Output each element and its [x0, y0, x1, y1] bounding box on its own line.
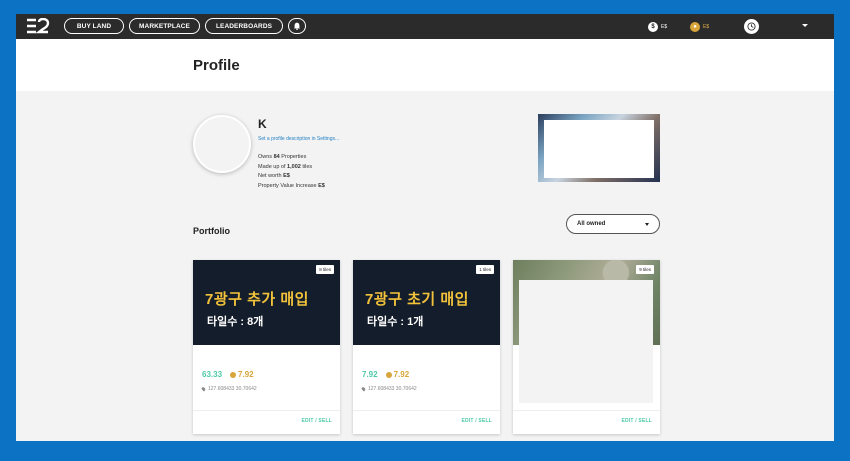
e2-logo-icon[interactable]	[26, 18, 50, 34]
property-coords: 127.608433 30.70642	[201, 386, 257, 392]
property-prices: 63.33 7.92	[202, 370, 254, 379]
image-placeholder	[519, 280, 653, 403]
property-image-title: 7광구 추가 매입	[205, 291, 309, 308]
property-image-title: 7광구 초기 매입	[365, 291, 469, 308]
essence-balance-value: E$	[661, 24, 668, 30]
owns-stat: Owns 84 Properties	[258, 154, 307, 160]
page-header: Profile	[16, 39, 834, 91]
essence-balance[interactable]: $ E$	[648, 22, 667, 32]
property-coords: 127.608433 30.70642	[361, 386, 417, 392]
marketplace-button[interactable]: MARKETPLACE	[129, 18, 200, 34]
property-image-subtitle: 타일수 : 1개	[367, 316, 424, 328]
edit-sell-link[interactable]: EDIT / SELL	[301, 418, 332, 424]
leaderboards-button[interactable]: LEADERBOARDS	[205, 18, 283, 34]
chevron-down-icon	[645, 223, 649, 226]
clock-icon	[747, 22, 756, 31]
profile-banner-image	[538, 114, 660, 182]
tiles-badge: 8 tiles	[316, 265, 334, 274]
property-image: 7광구 추가 매입 타일수 : 8개 8 tiles	[193, 260, 340, 345]
edit-sell-link[interactable]: EDIT / SELL	[461, 418, 492, 424]
top-nav: BUY LAND MARKETPLACE LEADERBOARDS $ E$ ●…	[16, 14, 834, 39]
property-image-subtitle: 타일수 : 8개	[207, 316, 264, 328]
gold-balance-value: E$	[703, 24, 710, 30]
buy-land-button[interactable]: BUY LAND	[64, 18, 124, 34]
card-divider	[513, 410, 660, 411]
portfolio-title: Portfolio	[193, 226, 230, 236]
bell-icon	[293, 22, 301, 30]
app-window: BUY LAND MARKETPLACE LEADERBOARDS $ E$ ●…	[16, 14, 834, 441]
property-image: 7광구 초기 매입 타일수 : 1개 1 tiles	[353, 260, 500, 345]
essence-coin-icon: $	[648, 22, 658, 32]
user-name: K	[258, 117, 267, 131]
gold-coin-icon	[385, 371, 392, 378]
gold-coin-icon: ●	[690, 22, 700, 32]
location-pin-icon	[201, 386, 206, 392]
gold-coin-icon	[230, 371, 237, 378]
card-divider	[353, 410, 500, 411]
property-price: 7.92	[362, 370, 378, 379]
property-price: 63.33	[202, 370, 223, 379]
page-title: Profile	[193, 57, 240, 74]
tiles-badge: 1 tiles	[476, 265, 494, 274]
networth-stat: Net worth E$	[258, 173, 290, 180]
property-gold-price: 7.92	[385, 370, 409, 379]
user-avatar-menu[interactable]	[744, 19, 759, 34]
property-gold-price: 7.92	[230, 370, 254, 379]
portfolio-filter-value: All owned	[577, 221, 606, 227]
edit-sell-link[interactable]: EDIT / SELL	[621, 418, 652, 424]
property-card[interactable]: 9 tiles EDIT / SELL	[513, 260, 660, 434]
property-prices: 7.92 7.92	[362, 370, 409, 379]
profile-description-link[interactable]: Set a profile description in Settings...	[258, 136, 339, 142]
gold-balance[interactable]: ● E$	[690, 22, 709, 32]
property-card[interactable]: 7광구 추가 매입 타일수 : 8개 8 tiles 63.33 7.92 12…	[193, 260, 340, 434]
user-menu-chevron-down-icon[interactable]	[802, 24, 808, 27]
property-value-increase-stat: Property Value Increase E$	[258, 182, 325, 189]
banner-placeholder	[544, 120, 654, 178]
property-card[interactable]: 7광구 초기 매입 타일수 : 1개 1 tiles 7.92 7.92 127…	[353, 260, 500, 434]
location-pin-icon	[361, 386, 366, 392]
tiles-stat: Made up of 1,002 tiles	[258, 163, 313, 170]
profile-avatar	[193, 115, 251, 173]
portfolio-filter-select[interactable]: All owned	[566, 214, 660, 234]
profile-stats: Owns 84 Properties Made up of 1,002 tile…	[258, 153, 325, 191]
card-divider	[193, 410, 340, 411]
tiles-badge: 9 tiles	[636, 265, 654, 274]
notifications-button[interactable]	[288, 18, 306, 34]
